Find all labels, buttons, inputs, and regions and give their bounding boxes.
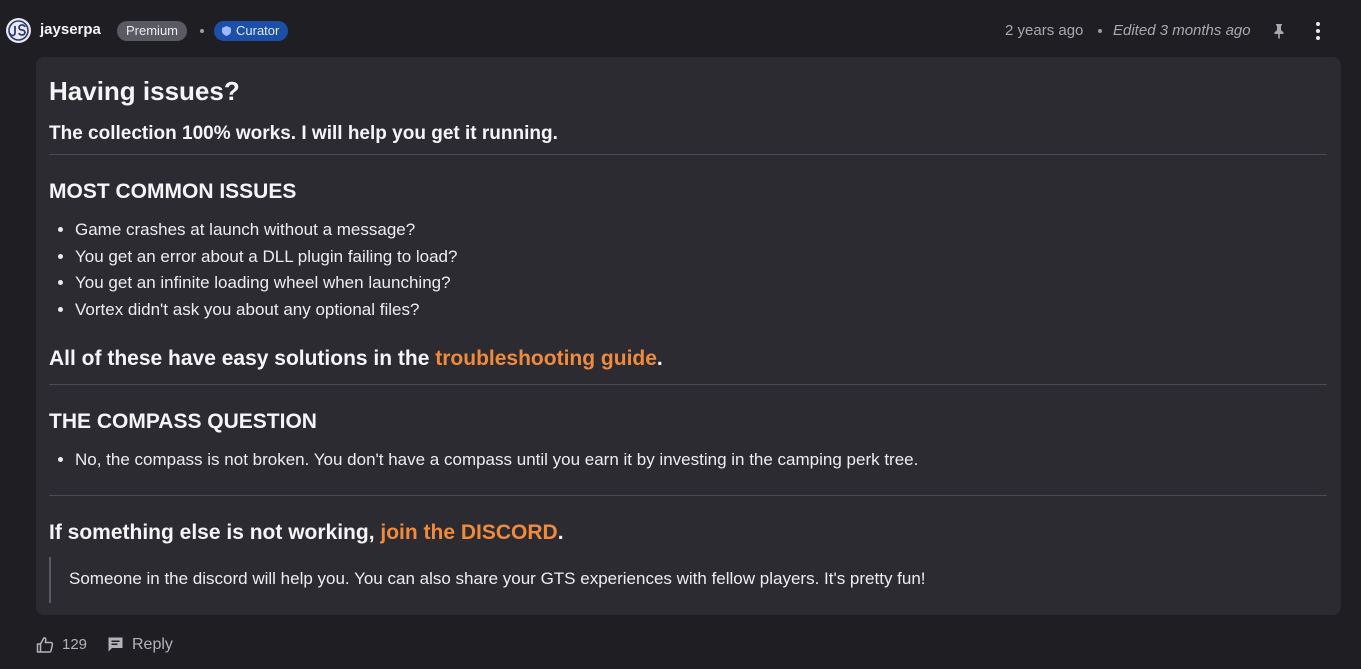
separator-dot <box>1098 29 1102 33</box>
thumbs-up-icon[interactable] <box>36 636 54 654</box>
section-title-compass: THE COMPASS QUESTION <box>49 410 317 433</box>
shield-icon <box>222 26 231 36</box>
comment-header: jayserpa Premium Curator 2 years ago Edi… <box>0 16 1361 46</box>
blockquote: Someone in the discord will help you. Yo… <box>49 557 1321 603</box>
section-title-common-issues: MOST COMMON ISSUES <box>49 180 297 203</box>
post-subtitle: The collection 100% works. I will help y… <box>49 123 558 144</box>
separator-dot <box>200 29 204 33</box>
solutions-line: All of these have easy solutions in the … <box>49 346 663 372</box>
comment-icon <box>108 637 123 652</box>
curator-badge: Curator <box>214 21 289 41</box>
list-item: You get an infinite loading wheel when l… <box>75 270 457 297</box>
common-issues-list: Game crashes at launch without a message… <box>49 217 457 323</box>
divider <box>49 384 1327 385</box>
curator-badge-label: Curator <box>236 23 280 38</box>
post-title: Having issues? <box>49 76 240 106</box>
premium-badge: Premium <box>117 21 188 41</box>
list-item: Game crashes at launch without a message… <box>75 217 457 244</box>
reply-button[interactable]: Reply <box>132 636 173 654</box>
discord-line: If something else is not working, join t… <box>49 520 564 546</box>
discord-link[interactable]: join the DISCORD <box>380 521 557 544</box>
divider <box>49 154 1327 155</box>
like-count: 129 <box>62 636 88 653</box>
quote-text: Someone in the discord will help you. Yo… <box>69 569 926 588</box>
comment: jayserpa Premium Curator 2 years ago Edi… <box>0 0 1361 669</box>
compass-list: No, the compass is not broken. You don't… <box>49 447 918 474</box>
pin-icon <box>1274 24 1284 39</box>
posted-time: 2 years ago <box>1005 22 1084 39</box>
troubleshooting-guide-link[interactable]: troubleshooting guide <box>435 347 657 370</box>
discord-text: If something else is not working, <box>49 521 381 544</box>
list-item: Vortex didn't ask you about any optional… <box>75 297 457 324</box>
list-item: No, the compass is not broken. You don't… <box>75 447 918 474</box>
username[interactable]: jayserpa <box>40 21 101 38</box>
solutions-suffix: . <box>656 347 663 370</box>
comment-actions: 129 Reply <box>0 630 1361 660</box>
more-vertical-icon[interactable] <box>1309 19 1327 43</box>
solutions-text: All of these have easy solutions in the <box>49 347 436 370</box>
edited-time: Edited 3 months ago <box>1113 22 1251 39</box>
divider <box>49 495 1327 496</box>
avatar-icon[interactable] <box>6 18 31 43</box>
list-item: You get an error about a DLL plugin fail… <box>75 244 457 271</box>
discord-suffix: . <box>557 521 564 544</box>
